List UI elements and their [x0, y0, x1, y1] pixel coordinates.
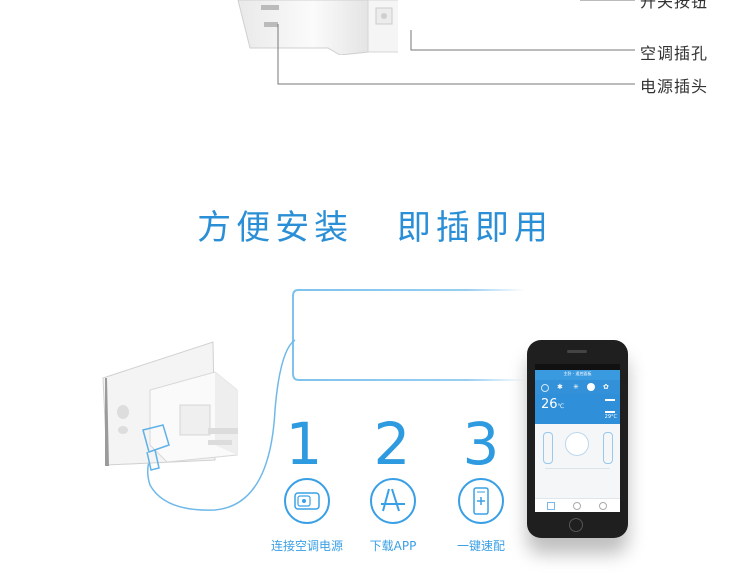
smartphone: 主卧 - 遥控面板 ✱ ✳ ✿ 26℃ 29°C	[527, 340, 628, 538]
headline-part2: 即插即用	[396, 208, 553, 248]
step-2-circle	[370, 478, 416, 524]
mode-auto-icon[interactable]	[541, 384, 549, 392]
step-3-circle	[458, 478, 504, 524]
phone-title-bar: 主卧 - 遥控面板	[535, 370, 620, 380]
headline-part1: 方便安装	[197, 208, 354, 248]
phone-control-area	[535, 424, 620, 498]
bottom-icons	[545, 468, 610, 477]
step-3-label: 一键速配	[456, 539, 505, 553]
mode-cool-icon[interactable]: ✱	[557, 383, 565, 391]
power-dial[interactable]	[565, 432, 589, 456]
room-temperature: 29°C	[604, 414, 617, 420]
phone-temp-panel: 26℃ 29°C	[535, 394, 620, 424]
headline: 方便安装 即插即用	[0, 200, 750, 249]
step-1-circle	[284, 478, 330, 524]
phone-speaker	[567, 350, 587, 353]
app-store-icon	[381, 488, 405, 512]
nav-user-icon[interactable]	[599, 502, 607, 510]
callout-top-partial: 开关按钮	[640, 0, 709, 11]
current-temperature: 26℃	[541, 397, 564, 412]
temperature-unit: ℃	[557, 403, 565, 410]
temperature-value: 26	[541, 397, 558, 412]
phone-mode-row: ✱ ✳ ✿	[535, 380, 620, 394]
mode-fan-icon[interactable]: ✿	[603, 383, 611, 391]
plug-socket-icon	[294, 492, 320, 510]
phone-title: 主卧 - 遥控面板	[563, 371, 592, 376]
temp-slider[interactable]	[543, 432, 553, 464]
mode-heat-icon[interactable]: ✳	[573, 383, 581, 391]
fan-speed-slider[interactable]	[603, 432, 613, 464]
mode-dry-icon[interactable]	[587, 383, 595, 391]
step-2-number: 2	[373, 410, 411, 478]
signal-bars-icon	[605, 399, 615, 413]
callout-lines	[277, 0, 635, 85]
nav-device-icon[interactable]	[573, 502, 581, 510]
phone-screen: 主卧 - 遥控面板 ✱ ✳ ✿ 26℃ 29°C	[535, 364, 620, 512]
phone-home-button[interactable]	[569, 518, 583, 532]
smartphone-plus-icon	[473, 487, 489, 515]
callout-power-plug: 电源插头	[640, 77, 709, 96]
step-1-number: 1	[285, 410, 323, 478]
step-3-number: 3	[462, 410, 500, 478]
nav-home-icon[interactable]	[547, 502, 555, 510]
callout-ac-socket: 空调插孔	[640, 44, 709, 63]
phone-bottom-nav	[535, 498, 620, 512]
